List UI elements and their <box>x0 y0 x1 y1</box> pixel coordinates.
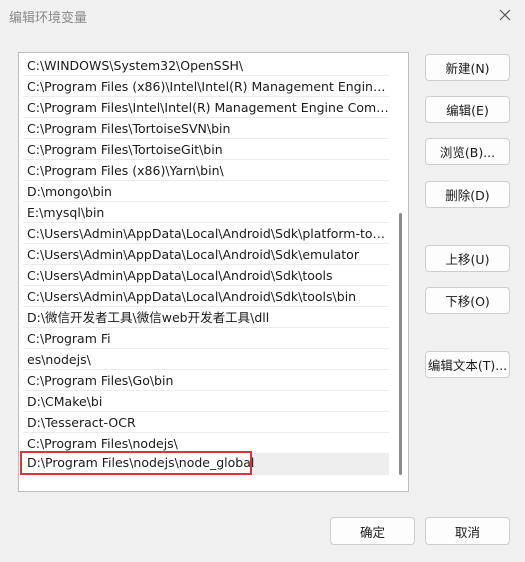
edit-button[interactable]: 编辑(E) <box>425 96 510 123</box>
list-scrollbar[interactable] <box>399 213 402 475</box>
list-item[interactable]: D:\微信开发者工具\微信web开发者工具\dll <box>23 307 389 328</box>
list-item[interactable]: es\nodejs\ <box>23 349 389 370</box>
list-item[interactable]: C:\Program Files\Go\bin <box>23 370 389 391</box>
list-item[interactable]: D:\CMake\bi <box>23 391 389 412</box>
path-edit-input[interactable]: D:\Program Files\nodejs\node_global <box>20 451 254 475</box>
list-item[interactable]: D:\mongo\bin <box>23 181 389 202</box>
list-item[interactable]: C:\Program Fi <box>23 328 389 349</box>
list-item[interactable]: E:\mysql\bin <box>23 202 389 223</box>
list-item[interactable]: C:\Users\Admin\AppData\Local\Android\Sdk… <box>23 244 389 265</box>
list-item[interactable]: C:\Users\Admin\AppData\Local\Android\Sdk… <box>23 286 389 307</box>
list-item[interactable]: C:\Program Files\TortoiseGit\bin <box>23 139 389 160</box>
list-item[interactable]: C:\Program Files\TortoiseSVN\bin <box>23 118 389 139</box>
title-bar: 编辑环境变量 <box>0 0 525 30</box>
list-item[interactable]: C:\WINDOWS\System32\OpenSSH\ <box>23 55 389 76</box>
move-up-button[interactable]: 上移(U) <box>425 245 510 272</box>
list-item[interactable]: C:\Program Files\Intel\Intel(R) Manageme… <box>23 97 389 118</box>
browse-button[interactable]: 浏览(B)... <box>425 138 510 165</box>
path-list[interactable]: C:\WINDOWS\System32\OpenSSH\ C:\Program … <box>18 52 409 492</box>
list-item[interactable]: C:\Program Files (x86)\Yarn\bin\ <box>23 160 389 181</box>
list-item[interactable]: C:\Program Files (x86)\Intel\Intel(R) Ma… <box>23 76 389 97</box>
ok-button[interactable]: 确定 <box>330 517 415 545</box>
cancel-button[interactable]: 取消 <box>425 517 510 545</box>
close-icon[interactable] <box>495 5 515 25</box>
new-button[interactable]: 新建(N) <box>425 54 510 81</box>
list-item[interactable]: C:\Users\Admin\AppData\Local\Android\Sdk… <box>23 223 389 244</box>
delete-button[interactable]: 删除(D) <box>425 181 510 208</box>
edit-text-button[interactable]: 编辑文本(T)... <box>425 351 510 378</box>
list-item[interactable]: D:\Tesseract-OCR <box>23 412 389 433</box>
window-title: 编辑环境变量 <box>9 11 88 26</box>
move-down-button[interactable]: 下移(O) <box>425 287 510 314</box>
list-item[interactable]: C:\Users\Admin\AppData\Local\Android\Sdk… <box>23 265 389 286</box>
